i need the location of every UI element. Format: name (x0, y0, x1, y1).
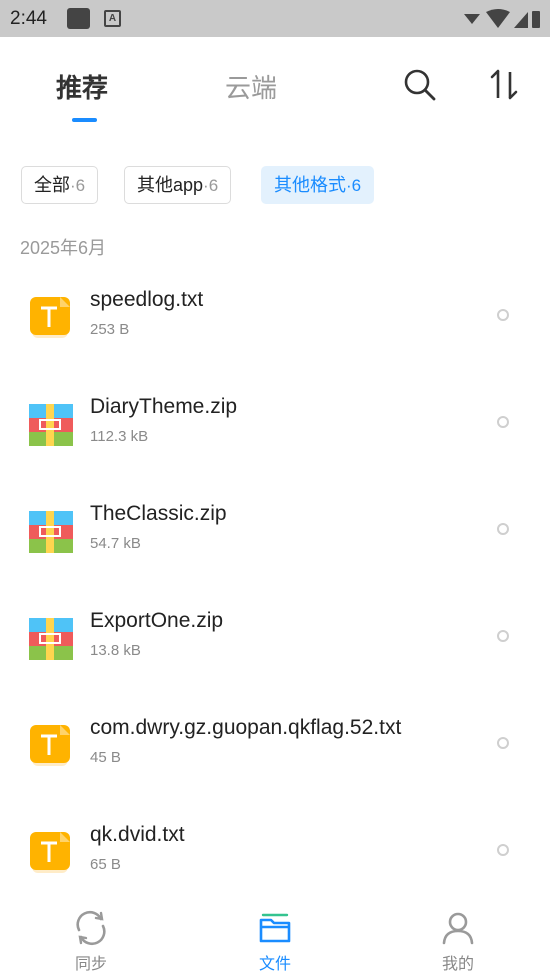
file-size: 13.8 kB (90, 642, 141, 659)
select-radio[interactable] (497, 416, 509, 428)
filter-chip-other-apps[interactable]: 其他app·6 (124, 166, 232, 204)
person-icon (442, 912, 474, 945)
filter-chip-other-formats[interactable]: 其他格式·6 (261, 166, 375, 204)
file-name: speedlog.txt (90, 288, 204, 311)
zip-file-icon (29, 618, 73, 660)
tab-cloud[interactable]: 云端 (225, 68, 277, 105)
status-bar: 2:44 A (0, 0, 550, 37)
file-size: 253 B (90, 321, 130, 338)
file-size: 54.7 kB (90, 535, 141, 552)
keyboard-notification-icon: A (104, 10, 121, 27)
file-row[interactable]: ExportOne.zip 13.8 kB (0, 609, 550, 716)
filter-chip-label: 全部 (34, 175, 70, 195)
file-name: qk.dvid.txt (90, 823, 185, 846)
filter-chip-count: ·6 (203, 176, 219, 195)
nav-item-mine[interactable]: 我的 (408, 910, 508, 974)
notification-icon (67, 8, 90, 29)
filter-chip-count: ·6 (70, 176, 86, 195)
date-group-header: 2025年6月 (20, 238, 107, 258)
file-size: 45 B (90, 749, 121, 766)
sort-icon[interactable] (488, 68, 522, 102)
filter-chip-all[interactable]: 全部·6 (21, 166, 99, 204)
filter-chip-label: 其他app (137, 175, 204, 195)
file-size: 112.3 kB (90, 428, 149, 445)
zip-file-icon (29, 404, 73, 446)
file-row[interactable]: speedlog.txt 253 B (0, 288, 550, 395)
file-size: 65 B (90, 856, 121, 873)
nav-label: 我的 (441, 956, 474, 973)
txt-file-icon (30, 725, 70, 766)
select-radio[interactable] (497, 630, 509, 642)
folder-icon (259, 913, 291, 943)
filter-chip-count: ·6 (346, 176, 362, 195)
txt-file-icon (30, 297, 70, 338)
select-radio[interactable] (497, 844, 509, 856)
file-name: com.dwry.gz.guopan.qkflag.52.txt (90, 716, 402, 739)
txt-file-icon (30, 832, 70, 873)
nav-label: 文件 (258, 956, 291, 973)
file-name: ExportOne.zip (90, 609, 224, 632)
file-name: DiaryTheme.zip (90, 395, 238, 418)
bottom-navigation: 同步 文件 我的 (0, 900, 550, 979)
tab-recommend[interactable]: 推荐 (56, 68, 108, 105)
status-indicators-icon (464, 9, 540, 28)
status-time: 2:44 (10, 8, 47, 29)
file-row[interactable]: TheClassic.zip 54.7 kB (0, 502, 550, 609)
filter-chip-label: 其他格式 (274, 175, 346, 195)
search-icon[interactable] (403, 68, 437, 102)
file-row[interactable]: com.dwry.gz.guopan.qkflag.52.txt 45 B (0, 716, 550, 823)
active-tab-indicator (72, 118, 97, 122)
select-radio[interactable] (497, 523, 509, 535)
nav-label: 同步 (74, 956, 107, 973)
file-name: TheClassic.zip (90, 502, 227, 525)
zip-file-icon (29, 511, 73, 553)
nav-item-files[interactable]: 文件 (225, 910, 325, 974)
select-radio[interactable] (497, 309, 509, 321)
nav-item-sync[interactable]: 同步 (41, 910, 141, 974)
select-radio[interactable] (497, 737, 509, 749)
file-row[interactable]: DiaryTheme.zip 112.3 kB (0, 395, 550, 502)
sync-icon (76, 910, 106, 946)
